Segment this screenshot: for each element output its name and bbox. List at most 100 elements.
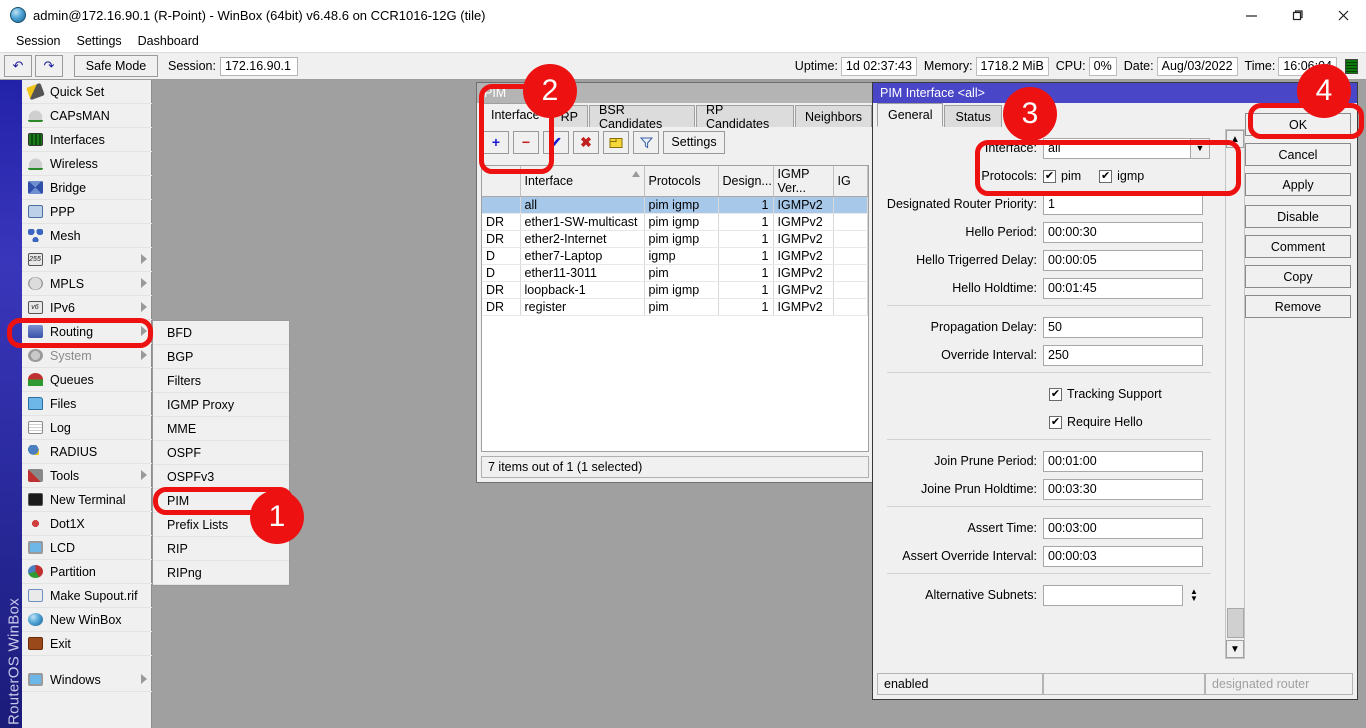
hello-trigerred-input[interactable]: 00:00:05	[1043, 250, 1203, 271]
table-row[interactable]: DR ether1-SW-multicast pim igmp 1 IGMPv2	[482, 214, 868, 231]
table-row[interactable]: DR register pim 1 IGMPv2	[482, 299, 868, 316]
dialog-scrollbar[interactable]: ▲ ▼	[1225, 129, 1245, 659]
apply-button[interactable]: Apply	[1245, 173, 1351, 196]
scroll-up-icon[interactable]: ▲	[1226, 130, 1244, 148]
sidebar-item-files[interactable]: Files	[22, 392, 152, 416]
safe-mode-button[interactable]: Safe Mode	[74, 55, 158, 77]
igmp-checkbox[interactable]: ✔	[1099, 170, 1112, 183]
sidebar-item-ipv6[interactable]: v6IPv6	[22, 296, 152, 320]
spinner-updown-icon[interactable]: ▲▼	[1186, 585, 1202, 606]
tab-bsr-candidates[interactable]: BSR Candidates	[589, 105, 695, 127]
join-prune-input[interactable]: 00:01:00	[1043, 451, 1203, 472]
sidebar-item-partition[interactable]: Partition	[22, 560, 152, 584]
sidebar-item-new-terminal[interactable]: New Terminal	[22, 488, 152, 512]
tab-rp-candidates[interactable]: RP Candidates	[696, 105, 794, 127]
sidebar-item-ip[interactable]: 255IP	[22, 248, 152, 272]
table-row[interactable]: all pim igmp 1 IGMPv2	[482, 197, 868, 214]
submenu-item-bfd[interactable]: BFD	[153, 321, 289, 345]
copy-button[interactable]: Copy	[1245, 265, 1351, 288]
submenu-item-ospfv3[interactable]: OSPFv3	[153, 465, 289, 489]
settings-button[interactable]: Settings	[663, 131, 725, 154]
assert-override-input[interactable]: 00:00:03	[1043, 546, 1203, 567]
sidebar-item-tools[interactable]: Tools	[22, 464, 152, 488]
sidebar-item-interfaces[interactable]: Interfaces	[22, 128, 152, 152]
table-row[interactable]: DR loopback-1 pim igmp 1 IGMPv2	[482, 282, 868, 299]
override-input[interactable]: 250	[1043, 345, 1203, 366]
submenu-item-ripng[interactable]: RIPng	[153, 561, 289, 585]
tracking-support-checkbox[interactable]: ✔	[1049, 388, 1062, 401]
minimize-button[interactable]	[1228, 0, 1274, 30]
session-input[interactable]: 172.16.90.1	[220, 57, 298, 76]
sidebar-item-capsman[interactable]: CAPsMAN	[22, 104, 152, 128]
sidebar-item-mesh[interactable]: Mesh	[22, 224, 152, 248]
col-interface[interactable]: Interface	[520, 166, 644, 197]
col-protocols[interactable]: Protocols	[644, 166, 718, 197]
sidebar-item-log[interactable]: Log	[22, 416, 152, 440]
disable-button[interactable]: ✖	[573, 131, 599, 154]
cell-flags	[482, 197, 520, 214]
col-flags[interactable]	[482, 166, 520, 197]
sidebar-item-make-supout[interactable]: Make Supout.rif	[22, 584, 152, 608]
comment-button[interactable]	[603, 131, 629, 154]
tab-status[interactable]: Status	[944, 105, 1001, 127]
alt-subnets-input[interactable]	[1043, 585, 1183, 606]
undo-icon[interactable]: ↶	[4, 55, 32, 77]
remove-button[interactable]: −	[513, 131, 539, 154]
sidebar-item-routing[interactable]: Routing	[22, 320, 152, 344]
menu-dashboard[interactable]: Dashboard	[130, 32, 207, 50]
hello-holdtime-input[interactable]: 00:01:45	[1043, 278, 1203, 299]
table-row[interactable]: D ether11-3011 pim 1 IGMPv2	[482, 265, 868, 282]
scrollbar-thumb[interactable]	[1227, 608, 1244, 638]
table-row[interactable]: D ether7-Laptop igmp 1 IGMPv2	[482, 248, 868, 265]
sidebar-item-wireless[interactable]: Wireless	[22, 152, 152, 176]
filter-button[interactable]	[633, 131, 659, 154]
submenu-item-mme[interactable]: MME	[153, 417, 289, 441]
scroll-down-icon[interactable]: ▼	[1226, 640, 1244, 658]
sidebar-item-bridge[interactable]: Bridge	[22, 176, 152, 200]
sidebar-item-ppp[interactable]: PPP	[22, 200, 152, 224]
col-igmp-version[interactable]: IGMP Ver...	[773, 166, 833, 197]
sidebar-item-dot1x[interactable]: Dot1X	[22, 512, 152, 536]
tab-neighbors[interactable]: Neighbors	[795, 105, 872, 127]
propagation-input[interactable]: 50	[1043, 317, 1203, 338]
disable-button[interactable]: Disable	[1245, 205, 1351, 228]
sidebar-item-quick-set[interactable]: Quick Set	[22, 80, 152, 104]
ok-button[interactable]: OK	[1245, 113, 1351, 136]
chevron-down-icon[interactable]: ▼	[1191, 138, 1210, 159]
sidebar-item-windows[interactable]: Windows	[22, 668, 152, 692]
remove-button[interactable]: Remove	[1245, 295, 1351, 318]
col-designated[interactable]: Design...	[718, 166, 773, 197]
sidebar-item-radius[interactable]: RADIUS	[22, 440, 152, 464]
cancel-button[interactable]: Cancel	[1245, 143, 1351, 166]
redo-icon[interactable]: ↷	[35, 55, 63, 77]
sidebar-item-new-winbox[interactable]: New WinBox	[22, 608, 152, 632]
pim-checkbox[interactable]: ✔	[1043, 170, 1056, 183]
sidebar-item-system[interactable]: System	[22, 344, 152, 368]
close-button[interactable]	[1320, 0, 1366, 30]
cell-igmp: IGMPv2	[773, 231, 833, 248]
menu-settings[interactable]: Settings	[68, 32, 129, 50]
pim-interface-grid[interactable]: Interface Protocols Design... IGMP Ver..…	[481, 165, 869, 452]
table-row[interactable]: DR ether2-Internet pim igmp 1 IGMPv2	[482, 231, 868, 248]
join-prune-holdtime-input[interactable]: 00:03:30	[1043, 479, 1203, 500]
maximize-button[interactable]	[1274, 0, 1320, 30]
sidebar-item-queues[interactable]: Queues	[22, 368, 152, 392]
assert-time-input[interactable]: 00:03:00	[1043, 518, 1203, 539]
menu-session[interactable]: Session	[8, 32, 68, 50]
dr-priority-input[interactable]: 1	[1043, 194, 1203, 215]
submenu-item-igmp-proxy[interactable]: IGMP Proxy	[153, 393, 289, 417]
submenu-item-filters[interactable]: Filters	[153, 369, 289, 393]
require-hello-checkbox[interactable]: ✔	[1049, 416, 1062, 429]
enable-button[interactable]: ✔	[543, 131, 569, 154]
sidebar-item-lcd[interactable]: LCD	[22, 536, 152, 560]
add-button[interactable]: +	[483, 131, 509, 154]
tab-general[interactable]: General	[877, 103, 943, 127]
sidebar-item-mpls[interactable]: MPLS	[22, 272, 152, 296]
col-igmp-extra[interactable]: IG	[833, 166, 868, 197]
interface-input[interactable]: all	[1043, 138, 1191, 159]
comment-button[interactable]: Comment	[1245, 235, 1351, 258]
hello-period-input[interactable]: 00:00:30	[1043, 222, 1203, 243]
sidebar-item-exit[interactable]: Exit	[22, 632, 152, 656]
submenu-item-bgp[interactable]: BGP	[153, 345, 289, 369]
submenu-item-ospf[interactable]: OSPF	[153, 441, 289, 465]
